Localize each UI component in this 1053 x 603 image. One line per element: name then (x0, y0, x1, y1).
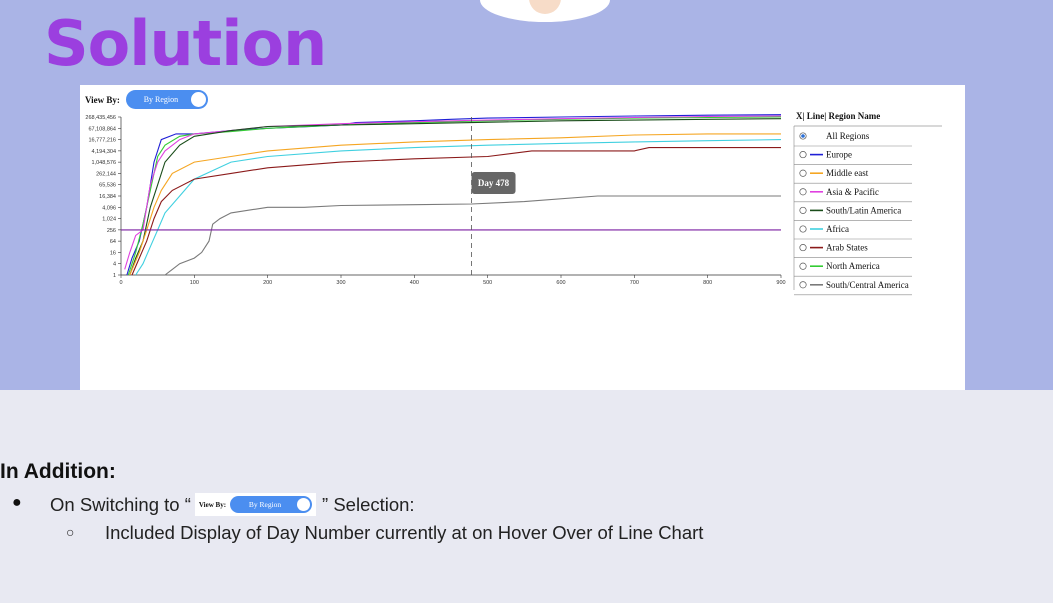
inline-by-region-toggle: By Region (230, 496, 313, 513)
sub-bullet-icon: ○ (66, 524, 75, 540)
y-tick-label: 1,048,576 (92, 160, 116, 166)
x-tick-label: 900 (776, 280, 785, 286)
legend-item-label[interactable]: South/Central America (826, 280, 909, 290)
legend-header: X| Line| Region Name (796, 111, 880, 121)
y-tick-label: 16 (110, 250, 116, 256)
sub-bullet-text: Included Display of Day Number currently… (105, 522, 704, 543)
slide-title: Solution (44, 7, 327, 80)
x-tick-label: 200 (263, 280, 272, 286)
legend-radio[interactable] (799, 188, 807, 196)
x-tick-label: 500 (483, 280, 492, 286)
x-tick-label: 0 (119, 280, 122, 286)
y-tick-label: 262,144 (96, 171, 116, 177)
inline-toggle-knob (297, 498, 311, 511)
series-line[interactable] (131, 147, 781, 276)
legend-radio[interactable] (799, 281, 807, 289)
series-line[interactable] (129, 118, 782, 276)
legend-item-label[interactable]: Europe (826, 150, 852, 160)
series-line[interactable] (164, 195, 781, 276)
tooltip-label: Day 478 (478, 178, 510, 188)
series-line[interactable] (124, 115, 782, 270)
line-chart[interactable]: 1 4 16 64 256 1,024 4,096 16,384 65,536 262,144 1,… (80, 85, 965, 390)
legend-item-label[interactable]: South/Latin America (826, 205, 901, 215)
legend-radio[interactable] (799, 206, 807, 214)
title-band: Solution View By: By Region 1 4 16 64 256 1,0… (0, 0, 1053, 390)
y-tick-label: 1,024 (102, 217, 116, 223)
legend-item-label[interactable]: North America (826, 261, 880, 271)
legend-radio[interactable] (799, 169, 807, 177)
y-tick-label: 65,536 (99, 183, 116, 189)
y-tick-label: 16,777,216 (88, 138, 116, 144)
addition-heading: In Addition: (0, 460, 116, 483)
y-tick-label: 4,096 (102, 205, 116, 211)
inline-view-by-image: View By: By Region (194, 493, 317, 516)
inline-toggle-label: By Region (248, 500, 282, 509)
avatar (480, 0, 610, 22)
y-tick-label: 4 (113, 262, 116, 268)
x-tick-label: 100 (190, 280, 199, 286)
x-tick-label: 300 (336, 280, 345, 286)
y-tick-label: 1 (113, 273, 116, 279)
legend-item-label[interactable]: Arab States (826, 243, 868, 253)
bullet-text-before: On Switching to “ (50, 493, 191, 515)
legend-radio[interactable] (799, 225, 807, 233)
y-tick-label: 256 (107, 228, 116, 234)
bullet-icon: ● (12, 494, 22, 511)
y-tick-label: 16,384 (99, 194, 116, 200)
bullet-item: On Switching to “ View By: By Region ” S… (50, 493, 415, 516)
legend-item-label[interactable]: Asia & Pacific (826, 187, 879, 197)
bullet-text-after: ” Selection: (322, 493, 415, 515)
x-tick-label: 700 (630, 280, 639, 286)
legend-radio[interactable] (799, 244, 807, 252)
chart-panel: View By: By Region 1 4 16 64 256 1,024 4,096 16… (80, 85, 965, 390)
legend-radio-dot (801, 134, 805, 138)
y-tick-label: 268,435,456 (85, 115, 116, 121)
inline-view-by-label: View By: (198, 500, 227, 509)
y-tick-label: 67,108,864 (88, 126, 116, 132)
legend-radio[interactable] (799, 151, 807, 159)
legend-radio[interactable] (799, 262, 807, 270)
avatar-face (529, 0, 561, 14)
series-line[interactable] (135, 139, 782, 276)
legend-item-label[interactable]: Middle east (826, 168, 869, 178)
x-tick-label: 400 (410, 280, 419, 286)
y-tick-label: 64 (110, 239, 116, 245)
addition-section: In Addition: ● On Switching to “ View By… (0, 390, 1053, 603)
legend-item-label[interactable]: Africa (826, 224, 849, 234)
y-tick-label: 4,194,304 (92, 149, 116, 155)
series-line[interactable] (126, 114, 782, 276)
legend-item-label[interactable]: All Regions (826, 131, 870, 141)
x-tick-label: 600 (556, 280, 565, 286)
x-tick-label: 800 (703, 280, 712, 286)
